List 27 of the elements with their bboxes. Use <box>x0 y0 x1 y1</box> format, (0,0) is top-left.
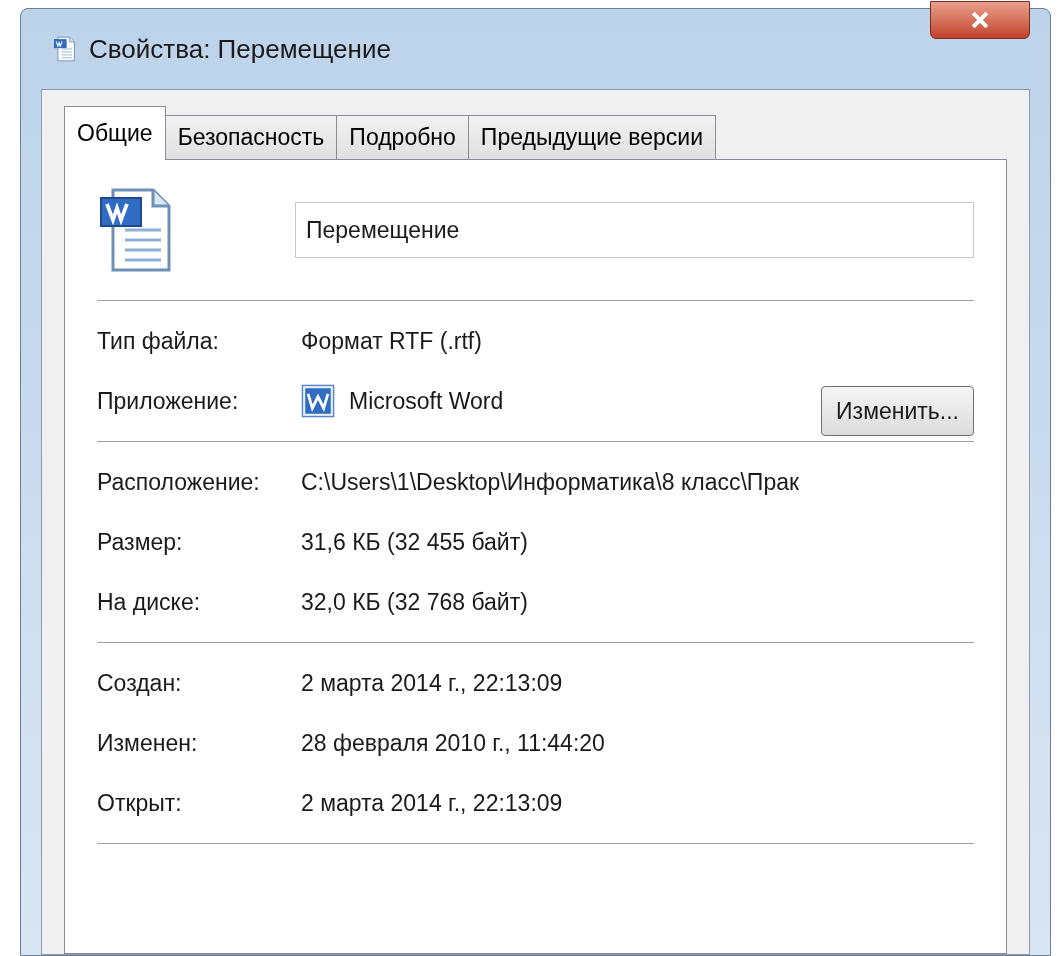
property-label: Создан: <box>97 668 183 698</box>
property-value: 28 февраля 2010 г., 11:44:20 <box>301 728 605 758</box>
window-title: Свойства: Перемещение <box>89 32 391 66</box>
property-value: 31,6 КБ (32 455 байт) <box>301 527 528 557</box>
tab[interactable]: Безопасность <box>165 115 338 159</box>
close-button[interactable] <box>930 1 1030 39</box>
property-value: Формат RTF (.rtf) <box>301 326 482 356</box>
property-value: 2 марта 2014 г., 22:13:09 <box>301 788 563 818</box>
property-value: C:\Users\1\Desktop\Информатика\8 класс\Прак <box>301 467 800 497</box>
tab[interactable]: Общие <box>64 106 166 160</box>
change-button[interactable]: Изменить... <box>821 386 974 436</box>
property-label: На диске: <box>97 587 202 617</box>
property-value: Microsoft Word <box>349 386 505 416</box>
file-name-field[interactable]: Перемещение <box>295 202 974 258</box>
property-value: 2 марта 2014 г., 22:13:09 <box>301 668 563 698</box>
word-app-icon <box>301 384 335 418</box>
property-label: Размер: <box>97 527 184 557</box>
close-icon <box>969 9 991 31</box>
property-label: Приложение: <box>97 386 240 416</box>
property-value: 32,0 КБ (32 768 байт) <box>301 587 528 617</box>
property-label: Тип файла: <box>97 326 220 356</box>
property-label: Расположение: <box>97 467 261 497</box>
tab[interactable]: Подробно <box>337 115 469 159</box>
property-label: Открыт: <box>97 788 183 818</box>
word-document-icon <box>53 36 77 62</box>
tab[interactable]: Предыдущие версии <box>468 115 717 159</box>
property-label: Изменен: <box>97 728 199 758</box>
